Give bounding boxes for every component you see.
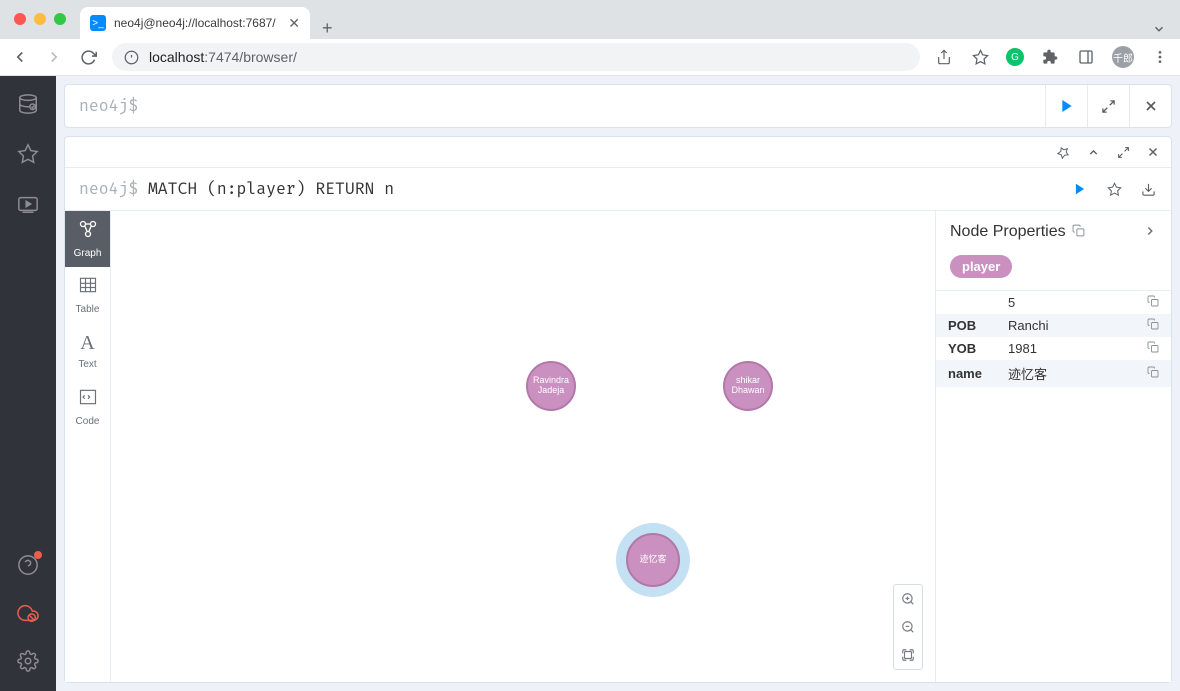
property-value: 迹忆客: [1008, 364, 1147, 383]
tab-close-button[interactable]: ✕: [288, 15, 300, 32]
view-graph-button[interactable]: Graph: [65, 211, 110, 267]
window-controls: [14, 13, 66, 25]
view-label: Table: [76, 304, 100, 315]
props-title: Node Properties: [950, 223, 1066, 241]
property-row: name迹忆客: [936, 360, 1171, 387]
property-value: Ranchi: [1008, 318, 1147, 333]
close-editor-button[interactable]: [1129, 85, 1171, 127]
copy-property-button[interactable]: [1147, 295, 1159, 310]
zoom-fit-button[interactable]: [894, 641, 922, 669]
graph-view-icon: [78, 219, 98, 244]
chrome-menu-button[interactable]: [1150, 47, 1170, 67]
view-table-button[interactable]: Table: [65, 267, 110, 323]
new-tab-button[interactable]: +: [310, 18, 345, 39]
zoom-in-button[interactable]: [894, 585, 922, 613]
view-code-button[interactable]: Code: [65, 379, 110, 435]
url-input[interactable]: localhost:7474/browser/: [112, 43, 920, 71]
property-row: YOB1981: [936, 337, 1171, 360]
tab-favicon-icon: >_: [90, 15, 106, 31]
view-switcher: Graph Table A Text: [65, 211, 111, 682]
graph-node[interactable]: shikar Dhawan: [723, 361, 773, 411]
fullscreen-editor-button[interactable]: [1087, 85, 1129, 127]
settings-icon[interactable]: [16, 649, 40, 673]
reload-button[interactable]: [78, 47, 98, 67]
property-key: POB: [948, 318, 1008, 333]
favorite-query-button[interactable]: [1099, 174, 1129, 204]
result-query-text[interactable]: neo4j$ MATCH (n:player) RETURN n: [65, 179, 1065, 199]
bookmark-button[interactable]: [970, 47, 990, 67]
window-minimize-button[interactable]: [34, 13, 46, 25]
address-bar: localhost:7474/browser/ G 千郎: [0, 39, 1180, 76]
tabs-dropdown-button[interactable]: [1138, 22, 1180, 39]
guides-icon[interactable]: [16, 192, 40, 216]
property-row: POBRanchi: [936, 314, 1171, 337]
pin-button[interactable]: [1051, 140, 1075, 164]
view-label: Text: [78, 359, 96, 370]
graph-canvas[interactable]: 迹忆客 shikar Dhawan Ravindra Jadeja: [111, 211, 935, 682]
back-button[interactable]: [10, 47, 30, 67]
copy-property-button[interactable]: [1147, 366, 1159, 381]
graph-node[interactable]: Ravindra Jadeja: [526, 361, 576, 411]
fullscreen-result-button[interactable]: [1111, 140, 1135, 164]
window-close-button[interactable]: [14, 13, 26, 25]
favorites-icon[interactable]: [16, 142, 40, 166]
graph-node[interactable]: 迹忆客: [626, 533, 680, 587]
url-text: localhost:7474/browser/: [149, 49, 297, 65]
node-properties-panel: Node Properties player 5POBRanchiYOB1981…: [935, 211, 1171, 682]
extension-grammarly-icon[interactable]: G: [1006, 48, 1024, 66]
copy-property-button[interactable]: [1147, 341, 1159, 356]
database-icon[interactable]: [16, 92, 40, 116]
left-rail: [0, 76, 56, 691]
text-view-icon: A: [80, 332, 94, 355]
clipboard-icon[interactable]: [1072, 224, 1085, 240]
code-view-icon: [78, 387, 98, 412]
tab-title: neo4j@neo4j://localhost:7687/: [114, 16, 280, 30]
view-label: Graph: [74, 248, 102, 259]
property-value: 5: [1008, 295, 1147, 310]
query-editor-input[interactable]: neo4j$: [65, 96, 1045, 116]
copy-property-button[interactable]: [1147, 318, 1159, 333]
notification-dot: [34, 551, 42, 559]
extensions-button[interactable]: [1040, 47, 1060, 67]
property-value: 1981: [1008, 341, 1147, 356]
zoom-controls: [893, 584, 923, 670]
window-maximize-button[interactable]: [54, 13, 66, 25]
property-row: 5: [936, 291, 1171, 314]
profile-avatar[interactable]: 千郎: [1112, 46, 1134, 68]
cloud-sync-icon[interactable]: [16, 601, 40, 625]
view-text-button[interactable]: A Text: [65, 323, 110, 379]
download-button[interactable]: [1133, 174, 1163, 204]
side-panel-button[interactable]: [1076, 47, 1096, 67]
panel-expand-button[interactable]: [1143, 224, 1157, 241]
share-button[interactable]: [934, 47, 954, 67]
view-label: Code: [76, 416, 100, 427]
property-key: name: [948, 366, 1008, 381]
forward-button[interactable]: [44, 47, 64, 67]
close-result-button[interactable]: [1141, 140, 1165, 164]
site-info-icon: [124, 50, 139, 65]
node-label-tag[interactable]: player: [950, 255, 1012, 278]
result-frame: neo4j$ MATCH (n:player) RETURN n: [64, 136, 1172, 683]
zoom-out-button[interactable]: [894, 613, 922, 641]
browser-tab[interactable]: >_ neo4j@neo4j://localhost:7687/ ✕: [80, 7, 310, 39]
collapse-button[interactable]: [1081, 140, 1105, 164]
tab-bar: >_ neo4j@neo4j://localhost:7687/ ✕ +: [0, 0, 1180, 39]
table-view-icon: [78, 275, 98, 300]
run-query-button[interactable]: [1045, 85, 1087, 127]
query-editor: neo4j$: [64, 84, 1172, 128]
property-key: YOB: [948, 341, 1008, 356]
rerun-query-button[interactable]: [1065, 174, 1095, 204]
